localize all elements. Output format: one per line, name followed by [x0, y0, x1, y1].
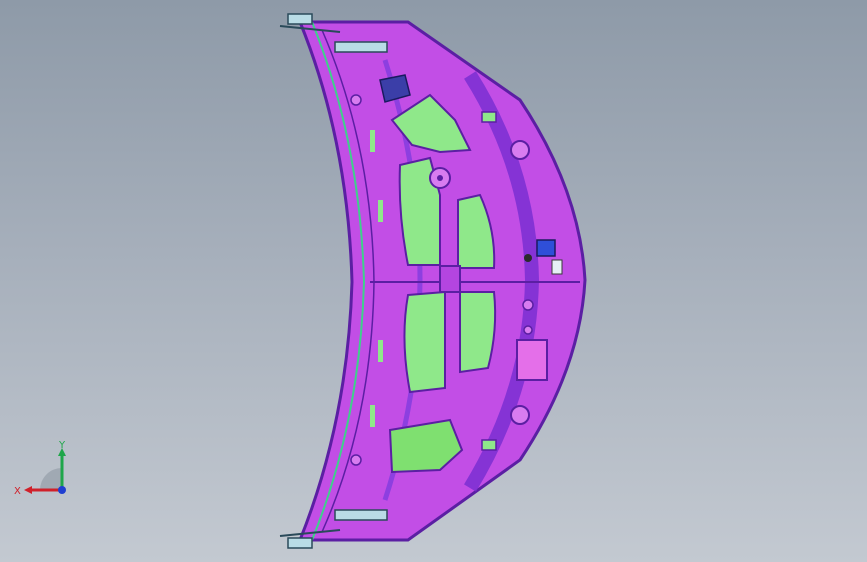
- z-axis-dot: [58, 486, 66, 494]
- latch-block: [536, 239, 556, 257]
- orientation-triad[interactable]: Y X: [12, 440, 82, 510]
- hinge-bottom-tab: [287, 537, 313, 549]
- label-patch: [516, 339, 548, 381]
- rib-node-center: [439, 265, 461, 293]
- hinge-top-tab: [287, 13, 313, 25]
- panel-lower-left: [403, 290, 446, 394]
- latch-clip: [551, 259, 563, 275]
- boss-upper-inner: [437, 175, 443, 181]
- panel-lower-right: [459, 291, 497, 374]
- edge-slot-3: [378, 340, 383, 362]
- triad-y-label: Y: [58, 440, 66, 451]
- small-pad-top: [481, 111, 497, 123]
- boss-small-1: [524, 254, 532, 262]
- edge-slot-4: [370, 405, 375, 427]
- graphics-viewport[interactable]: Y X: [0, 0, 867, 562]
- triad-base-quadrant: [40, 468, 62, 490]
- edge-slot-1: [370, 130, 375, 152]
- boss-left-2: [350, 454, 362, 466]
- boss-small-2: [522, 299, 534, 311]
- small-pad-bottom: [481, 439, 497, 451]
- triad-x-label: X: [14, 486, 21, 497]
- hinge-bottom-plate: [334, 509, 388, 521]
- boss-small-3: [523, 325, 533, 335]
- boss-right-2: [510, 405, 530, 425]
- boss-right-1: [510, 140, 530, 160]
- edge-slot-2: [378, 200, 383, 222]
- x-axis-arrowhead: [24, 486, 32, 494]
- hood-inner-panel-model[interactable]: [0, 0, 867, 562]
- boss-left-1: [350, 94, 362, 106]
- hinge-top-plate: [334, 41, 388, 53]
